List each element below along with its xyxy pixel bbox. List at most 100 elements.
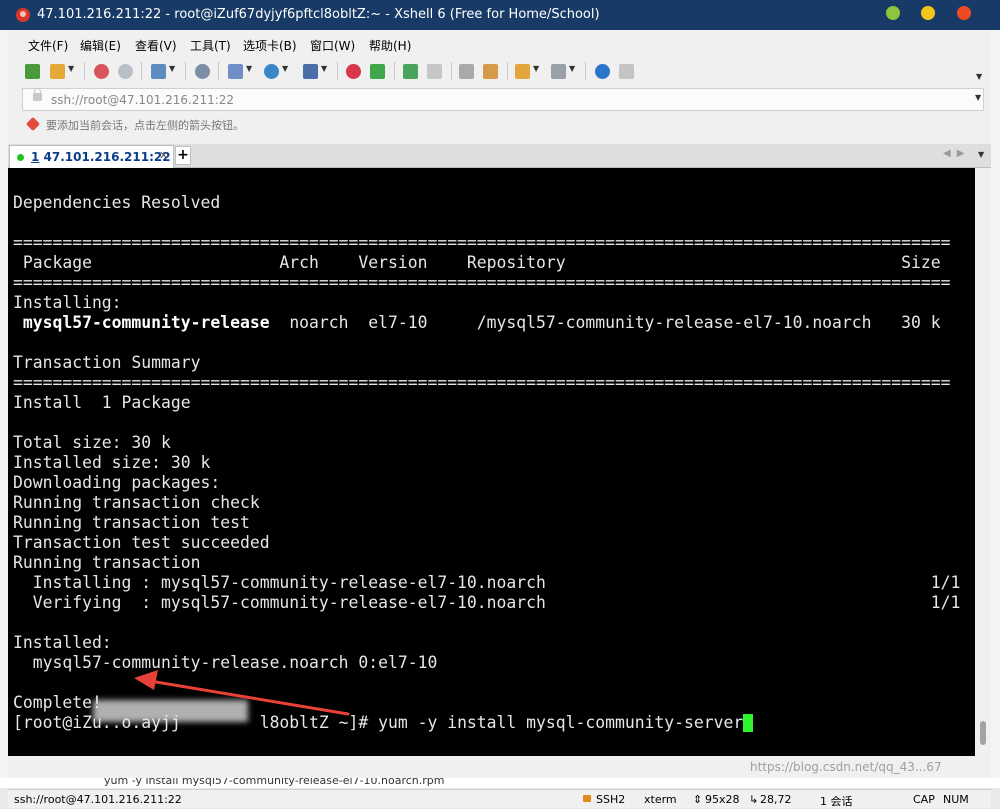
terminal-line-text: mysql57-community-release.noarch 0:el7-1…	[13, 653, 438, 672]
status-num: NUM	[943, 793, 969, 806]
menu-help[interactable]: 帮助(H)	[369, 37, 411, 54]
add-tab-button[interactable]: +	[175, 146, 191, 165]
globe-icon[interactable]	[264, 64, 279, 79]
properties-icon[interactable]	[228, 64, 243, 79]
xshell-logo-icon	[16, 8, 30, 22]
terminal-line-text: Total size: 30 k	[13, 433, 171, 452]
terminal-line: Installed size: 30 k	[13, 453, 960, 473]
tab-number: 1	[31, 150, 40, 164]
status-cursor-pos: 28,72	[760, 793, 792, 806]
chevron-down-icon[interactable]: ▼	[321, 64, 327, 73]
redaction-smudge	[93, 700, 248, 722]
minimize-button[interactable]	[886, 6, 900, 20]
terminal-line: Total size: 30 k	[13, 433, 960, 453]
xftp-icon[interactable]	[346, 64, 361, 79]
terminal-cursor	[743, 714, 754, 732]
lock-icon[interactable]	[427, 64, 442, 79]
new-session-icon[interactable]	[25, 64, 40, 79]
terminal-line: Running transaction test	[13, 513, 960, 533]
toolbar-overflow-icon[interactable]: ▼	[976, 72, 982, 81]
new-tab-icon[interactable]	[151, 64, 166, 79]
chevron-down-icon[interactable]: ▼	[533, 64, 539, 73]
compose-icon[interactable]	[483, 64, 498, 79]
terminal-line: ========================================…	[13, 233, 960, 253]
transfer-icon[interactable]	[515, 64, 530, 79]
chevron-down-icon[interactable]: ▼	[68, 64, 74, 73]
background-page-left	[0, 0, 8, 788]
terminal-line: mysql57-community-release.noarch 0:el7-1…	[13, 653, 960, 673]
open-folder-icon[interactable]	[50, 64, 65, 79]
typed-command: yum -y install mysql-community-server	[378, 713, 744, 732]
terminal-line-text: Installed size: 30 k	[13, 453, 211, 472]
terminal-line: Installing:	[13, 293, 960, 313]
chevron-down-icon[interactable]: ▼	[569, 64, 575, 73]
font-icon[interactable]	[303, 64, 318, 79]
terminal-line-text: Package Arch Version Repository Size	[13, 253, 941, 272]
chevron-down-icon[interactable]: ▼	[169, 64, 175, 73]
menu-tab[interactable]: 选项卡(B)	[243, 37, 297, 54]
menu-window[interactable]: 窗口(W)	[310, 37, 355, 54]
bookmark-arrow-icon[interactable]	[25, 116, 41, 132]
status-terminal-type: xterm	[644, 793, 677, 806]
terminal-line: Dependencies Resolved	[13, 193, 960, 213]
title-bar[interactable]: 47.101.216.211:22 - root@iZuf67dyjyf6pft…	[0, 0, 1000, 30]
menu-tools[interactable]: 工具(T)	[190, 37, 231, 54]
toolbar-separator	[585, 62, 586, 80]
terminal-screen[interactable]: Dependencies Resolved ===================…	[8, 168, 975, 756]
chevron-down-icon[interactable]: ▼	[282, 64, 288, 73]
address-bar[interactable]: ssh://root@47.101.216.211:22 ▼	[22, 88, 984, 111]
terminal-line-text: Installed:	[13, 633, 112, 652]
keyboard-icon[interactable]	[459, 64, 474, 79]
terminal-line-text: Dependencies Resolved	[13, 193, 221, 212]
terminal-line: Transaction test succeeded	[13, 533, 960, 553]
terminal-line-text: Installing:	[13, 293, 122, 312]
status-protocol: SSH2	[596, 793, 626, 806]
secure-lock-icon	[583, 795, 591, 802]
terminal-line-text: Transaction test succeeded	[13, 533, 270, 552]
chevron-down-icon[interactable]: ▼	[246, 64, 252, 73]
status-size: 95x28	[705, 793, 740, 806]
terminal-line-text: Transaction Summary	[13, 353, 201, 372]
disconnect-icon[interactable]	[118, 64, 133, 79]
background-page-bottom: yum -y install mysql57-community-release…	[0, 774, 1000, 788]
tab-list-icon[interactable]: ▼	[978, 150, 984, 159]
terminal-line: Installing : mysql57-community-release-e…	[13, 573, 961, 593]
find-icon[interactable]	[195, 64, 210, 79]
toolbar-separator	[394, 62, 395, 80]
tab-title: 47.101.216.211:22	[43, 150, 171, 164]
close-button[interactable]	[957, 6, 971, 20]
fullscreen-icon[interactable]	[403, 64, 418, 79]
status-bar: ssh://root@47.101.216.211:22 SSH2 xterm …	[8, 789, 991, 808]
connect-icon[interactable]	[94, 64, 109, 79]
menu-file[interactable]: 文件(F)	[28, 37, 68, 54]
status-connection: ssh://root@47.101.216.211:22	[14, 793, 182, 806]
help-icon[interactable]	[595, 64, 610, 79]
scrollbar-thumb[interactable]	[980, 721, 986, 745]
terminal-line: ========================================…	[13, 273, 960, 293]
chevron-down-icon[interactable]: ▼	[975, 93, 981, 102]
toolbar-separator	[84, 62, 85, 80]
maximize-button[interactable]	[921, 6, 935, 20]
tab-scroll-arrows-icon[interactable]: ◀▶	[943, 148, 970, 159]
terminal-scrollbar[interactable]	[975, 168, 991, 756]
terminal-line: Verifying : mysql57-community-release-el…	[13, 593, 961, 613]
terminal-line-text: ========================================…	[13, 233, 951, 252]
toolbar: ▼ ▼ ▼ ▼ ▼ ▼ ▼ ▼	[8, 58, 991, 84]
tab-session-1[interactable]: 1 47.101.216.211:22 ✕	[9, 145, 174, 168]
terminal-line-text: Complete!	[13, 693, 102, 712]
status-cursor-icon: ↳	[749, 793, 759, 806]
terminal-line-text: Running transaction check	[13, 493, 260, 512]
chat-icon[interactable]	[619, 64, 634, 79]
menu-view[interactable]: 查看(V)	[135, 37, 177, 54]
terminal-line: Running transaction check	[13, 493, 960, 513]
menu-edit[interactable]: 编辑(E)	[80, 37, 121, 54]
toolbar-separator	[218, 62, 219, 80]
layout-icon[interactable]	[551, 64, 566, 79]
xmanager-icon[interactable]	[370, 64, 385, 79]
terminal-line-text: Running transaction	[13, 553, 201, 572]
close-tab-icon[interactable]: ✕	[159, 149, 168, 162]
address-input[interactable]: ssh://root@47.101.216.211:22	[51, 93, 234, 107]
